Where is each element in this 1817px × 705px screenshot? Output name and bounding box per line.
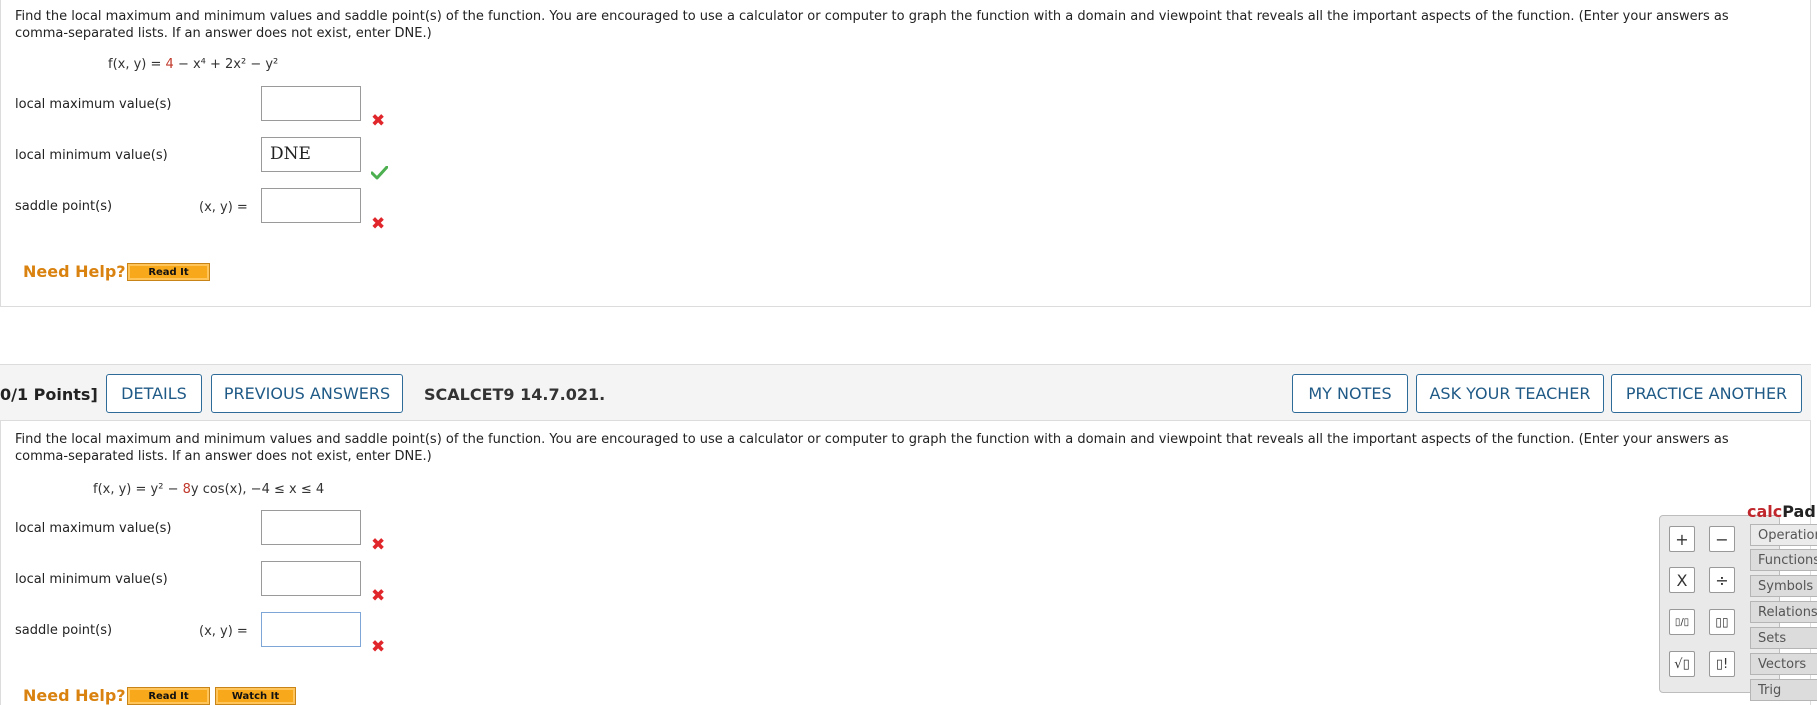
exponent-button[interactable]: ▯▯ <box>1709 609 1735 635</box>
local-max-label: local maximum value(s) <box>15 521 172 536</box>
fraction-button[interactable]: ▯/▯ <box>1669 609 1695 635</box>
calcpad-title: calcPad <box>1747 502 1816 521</box>
tab-relations[interactable]: Relations <box>1750 601 1817 623</box>
tab-functions[interactable]: Functions <box>1750 549 1817 571</box>
minus-button[interactable]: − <box>1709 526 1735 552</box>
my-notes-button[interactable]: MY NOTES <box>1292 374 1408 413</box>
factorial-button[interactable]: ▯! <box>1709 651 1735 677</box>
saddle-prefix: (x, y) = <box>199 200 248 215</box>
local-min-input[interactable] <box>261 561 361 596</box>
incorrect-icon: ✖ <box>371 214 386 234</box>
local-max-label: local maximum value(s) <box>15 97 172 112</box>
question-reference: SCALCET9 14.7.021. <box>424 385 606 404</box>
question-2-text: Find the local maximum and minimum value… <box>15 432 1729 464</box>
local-min-label: local minimum value(s) <box>15 572 168 587</box>
saddle-prefix: (x, y) = <box>199 624 248 639</box>
incorrect-icon: ✖ <box>371 586 386 606</box>
tab-operations[interactable]: Operations <box>1750 524 1817 546</box>
saddle-input[interactable] <box>261 612 361 647</box>
local-max-input[interactable] <box>261 86 361 121</box>
need-help-label: Need Help? <box>23 262 126 281</box>
ask-your-teacher-button[interactable]: ASK YOUR TEACHER <box>1416 374 1604 413</box>
local-min-input[interactable]: DNE <box>261 137 361 172</box>
tab-sets[interactable]: Sets <box>1750 627 1817 649</box>
question-1-function: f(x, y) = 4 − x⁴ + 2x² − y² <box>108 57 278 72</box>
function-lhs: f(x, y) = <box>108 57 166 72</box>
local-min-label: local minimum value(s) <box>15 148 168 163</box>
previous-answers-button[interactable]: PREVIOUS ANSWERS <box>211 374 403 413</box>
plus-button[interactable]: + <box>1669 526 1695 552</box>
multiply-button[interactable]: X <box>1669 567 1695 593</box>
practice-another-button[interactable]: PRACTICE ANOTHER <box>1611 374 1802 413</box>
watch-it-button[interactable]: Watch It <box>215 687 296 705</box>
incorrect-icon: ✖ <box>371 535 386 555</box>
question-2-function: f(x, y) = y² − 8y cos(x), −4 ≤ x ≤ 4 <box>93 482 324 497</box>
read-it-button[interactable]: Read It <box>127 263 210 281</box>
function-rest: y cos(x), −4 ≤ x ≤ 4 <box>190 482 325 497</box>
divide-button[interactable]: ÷ <box>1709 567 1735 593</box>
details-button[interactable]: DETAILS <box>106 374 202 413</box>
function-rest: − x⁴ + 2x² − y² <box>173 57 279 72</box>
function-constant: 4 <box>165 57 174 72</box>
tab-symbols[interactable]: Symbols <box>1750 575 1817 597</box>
incorrect-icon: ✖ <box>371 111 386 131</box>
saddle-label: saddle point(s) <box>15 623 113 638</box>
sqrt-button[interactable]: √▯ <box>1669 651 1695 677</box>
tab-trig[interactable]: Trig <box>1750 679 1817 701</box>
read-it-button[interactable]: Read It <box>127 687 210 705</box>
need-help-label: Need Help? <box>23 686 126 705</box>
function-lhs: f(x, y) = y² − <box>93 482 183 497</box>
tab-vectors[interactable]: Vectors <box>1750 653 1817 675</box>
local-max-input[interactable] <box>261 510 361 545</box>
points-label: 0/1 Points] <box>0 385 98 404</box>
calcpad-title-pad: Pad <box>1782 502 1816 521</box>
saddle-input[interactable] <box>261 188 361 223</box>
incorrect-icon: ✖ <box>371 637 386 657</box>
question-1-text: Find the local maximum and minimum value… <box>15 9 1729 41</box>
function-coefficient: 8 <box>182 482 191 497</box>
saddle-label: saddle point(s) <box>15 199 113 214</box>
correct-check-icon <box>371 166 388 180</box>
calcpad-title-calc: calc <box>1747 502 1783 521</box>
